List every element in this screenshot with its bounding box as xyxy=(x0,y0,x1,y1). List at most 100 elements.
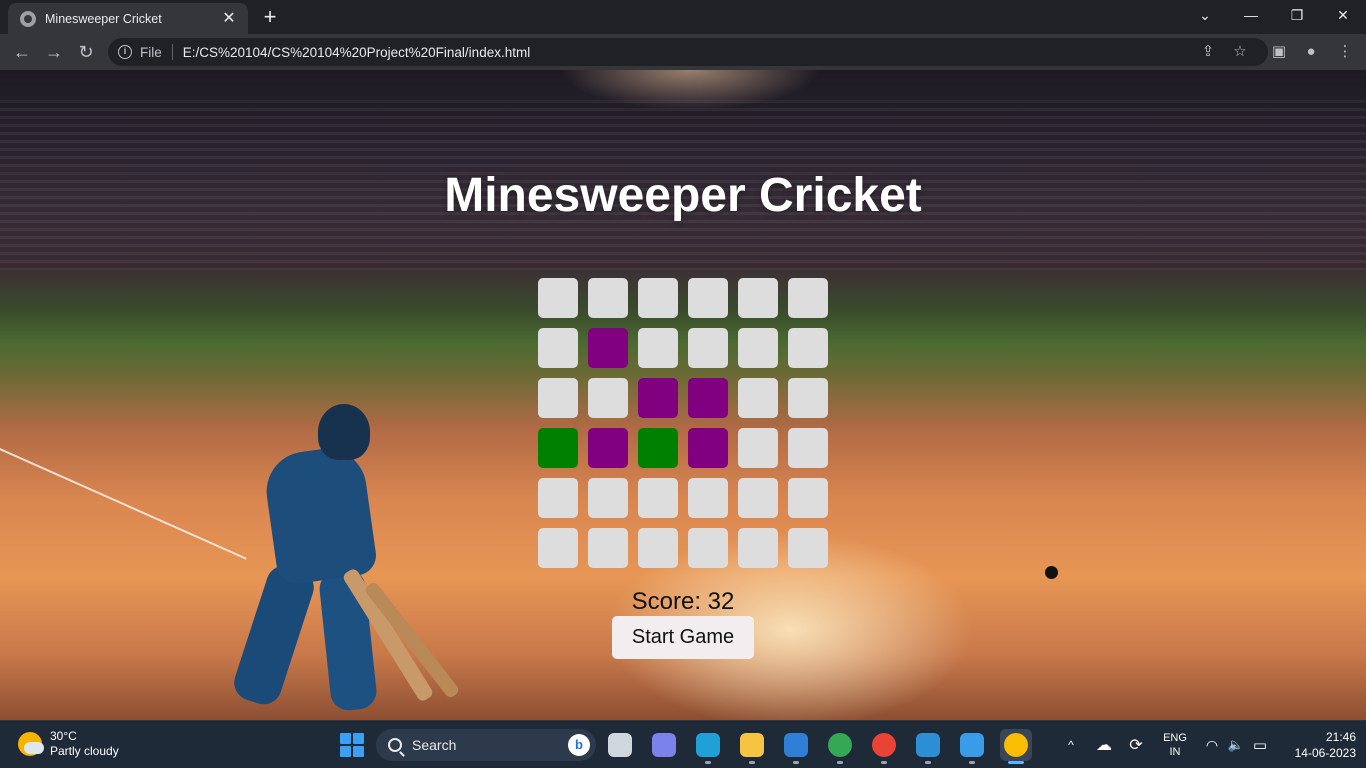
grid-cell[interactable] xyxy=(588,328,628,368)
tab-close-icon[interactable]: ✕ xyxy=(220,10,238,28)
grid-cell[interactable] xyxy=(538,528,578,568)
grid-cell[interactable] xyxy=(788,478,828,518)
grid-cell[interactable] xyxy=(638,378,678,418)
grid-cell[interactable] xyxy=(588,378,628,418)
microsoft-store-icon xyxy=(784,733,808,757)
tray-chevron-icon[interactable]: ^ xyxy=(1060,721,1082,768)
grid-cell[interactable] xyxy=(788,428,828,468)
grid-cell[interactable] xyxy=(538,428,578,468)
grid-cell[interactable] xyxy=(638,428,678,468)
lang-bottom: IN xyxy=(1169,746,1181,758)
grid-cell[interactable] xyxy=(638,278,678,318)
taskbar-app-chrome-active[interactable] xyxy=(1000,729,1032,764)
running-indicator xyxy=(705,761,711,764)
bing-icon[interactable]: b xyxy=(568,734,590,756)
grid-cell[interactable] xyxy=(538,328,578,368)
grid-cell[interactable] xyxy=(788,378,828,418)
restore-button[interactable]: ❐ xyxy=(1274,0,1320,30)
taskbar-search[interactable]: Search b xyxy=(376,729,596,761)
tab-search-icon[interactable]: ⌄ xyxy=(1182,0,1228,30)
file-explorer-icon xyxy=(740,733,764,757)
taskbar-app-teams-chat[interactable] xyxy=(648,729,680,761)
game-grid xyxy=(538,278,828,568)
taskbar-app-chrome-profile-s[interactable] xyxy=(824,729,856,764)
windows-start-icon[interactable] xyxy=(340,733,364,757)
running-indicator xyxy=(837,761,843,764)
grid-cell[interactable] xyxy=(538,278,578,318)
onedrive-cloud-icon[interactable]: ☁ xyxy=(1092,721,1116,768)
taskbar-app-task-view[interactable] xyxy=(604,729,636,761)
system-clock[interactable]: 21:46 14-06-2023 xyxy=(1276,729,1356,761)
info-icon[interactable]: i xyxy=(118,45,132,59)
clock-date: 14-06-2023 xyxy=(1294,746,1356,760)
grid-cell[interactable] xyxy=(638,528,678,568)
back-button[interactable]: ← xyxy=(8,38,36,66)
wifi-icon[interactable]: ◠ xyxy=(1202,721,1222,768)
taskbar: 30°C Partly cloudy Search b ^ ☁ ⟳ ENG IN… xyxy=(0,720,1366,768)
lang-top: ENG xyxy=(1163,732,1187,744)
taskbar-app-chrome-profile-2[interactable] xyxy=(868,729,900,764)
sync-icon[interactable]: ⟳ xyxy=(1124,721,1148,768)
share-icon[interactable]: ⇪ xyxy=(1197,41,1219,63)
grid-cell[interactable] xyxy=(538,478,578,518)
search-icon xyxy=(388,738,402,752)
forward-button[interactable]: → xyxy=(40,38,68,66)
grid-cell[interactable] xyxy=(788,278,828,318)
volume-icon[interactable]: 🔈 xyxy=(1226,721,1246,768)
reload-button[interactable]: ↻ xyxy=(72,38,100,66)
address-bar[interactable]: i File E:/CS%20104/CS%20104%20Project%20… xyxy=(108,38,1268,66)
grid-cell[interactable] xyxy=(588,428,628,468)
side-panel-icon[interactable]: ▣ xyxy=(1268,41,1290,63)
running-indicator xyxy=(793,761,799,764)
grid-cell[interactable] xyxy=(538,378,578,418)
weather-condition: Partly cloudy xyxy=(50,744,119,758)
close-window-button[interactable]: ✕ xyxy=(1320,0,1366,30)
taskbar-app-vscode[interactable] xyxy=(912,729,944,764)
taskbar-app-edge[interactable] xyxy=(692,729,724,764)
bookmark-star-icon[interactable]: ☆ xyxy=(1229,41,1251,63)
field-boundary-line xyxy=(0,448,247,560)
grid-cell[interactable] xyxy=(638,478,678,518)
grid-cell[interactable] xyxy=(738,328,778,368)
grid-cell[interactable] xyxy=(688,278,728,318)
battery-icon[interactable]: ▭ xyxy=(1250,721,1270,768)
start-game-button[interactable]: Start Game xyxy=(612,616,754,659)
profile-avatar-icon[interactable]: ● xyxy=(1300,41,1322,63)
browser-tab[interactable]: Minesweeper Cricket ✕ xyxy=(8,3,248,34)
chrome-profile-2-icon xyxy=(872,733,896,757)
grid-cell[interactable] xyxy=(738,528,778,568)
taskbar-app-file-explorer[interactable] xyxy=(736,729,768,764)
grid-cell[interactable] xyxy=(688,378,728,418)
running-indicator xyxy=(749,761,755,764)
new-tab-button[interactable]: + xyxy=(259,6,281,28)
weather-widget[interactable]: 30°C Partly cloudy xyxy=(18,729,119,759)
minimize-button[interactable]: — xyxy=(1228,0,1274,30)
url-text[interactable]: E:/CS%20104/CS%20104%20Project%20Final/i… xyxy=(183,45,530,60)
grid-cell[interactable] xyxy=(738,478,778,518)
score-display: Score: 32 xyxy=(631,588,735,615)
weather-temp: 30°C xyxy=(50,729,77,743)
running-indicator xyxy=(969,761,975,764)
grid-cell[interactable] xyxy=(738,278,778,318)
grid-cell[interactable] xyxy=(588,478,628,518)
grid-cell[interactable] xyxy=(738,428,778,468)
grid-cell[interactable] xyxy=(788,328,828,368)
browser-toolbar: ← → ↻ i File E:/CS%20104/CS%20104%20Proj… xyxy=(0,34,1366,70)
omnibox-divider xyxy=(171,44,173,60)
menu-kebab-icon[interactable]: ⋮ xyxy=(1334,41,1356,63)
grid-cell[interactable] xyxy=(688,428,728,468)
grid-cell[interactable] xyxy=(788,528,828,568)
grid-cell[interactable] xyxy=(588,278,628,318)
taskbar-app-microsoft-store[interactable] xyxy=(780,729,812,764)
running-indicator xyxy=(1008,761,1024,764)
grid-cell[interactable] xyxy=(688,328,728,368)
grid-cell[interactable] xyxy=(688,478,728,518)
grid-cell[interactable] xyxy=(588,528,628,568)
chrome-profile-s-icon xyxy=(828,733,852,757)
language-indicator[interactable]: ENG IN xyxy=(1158,721,1192,768)
taskbar-app-photos[interactable] xyxy=(956,729,988,764)
grid-cell[interactable] xyxy=(688,528,728,568)
grid-cell[interactable] xyxy=(638,328,678,368)
partly-cloudy-icon xyxy=(18,732,44,756)
grid-cell[interactable] xyxy=(738,378,778,418)
